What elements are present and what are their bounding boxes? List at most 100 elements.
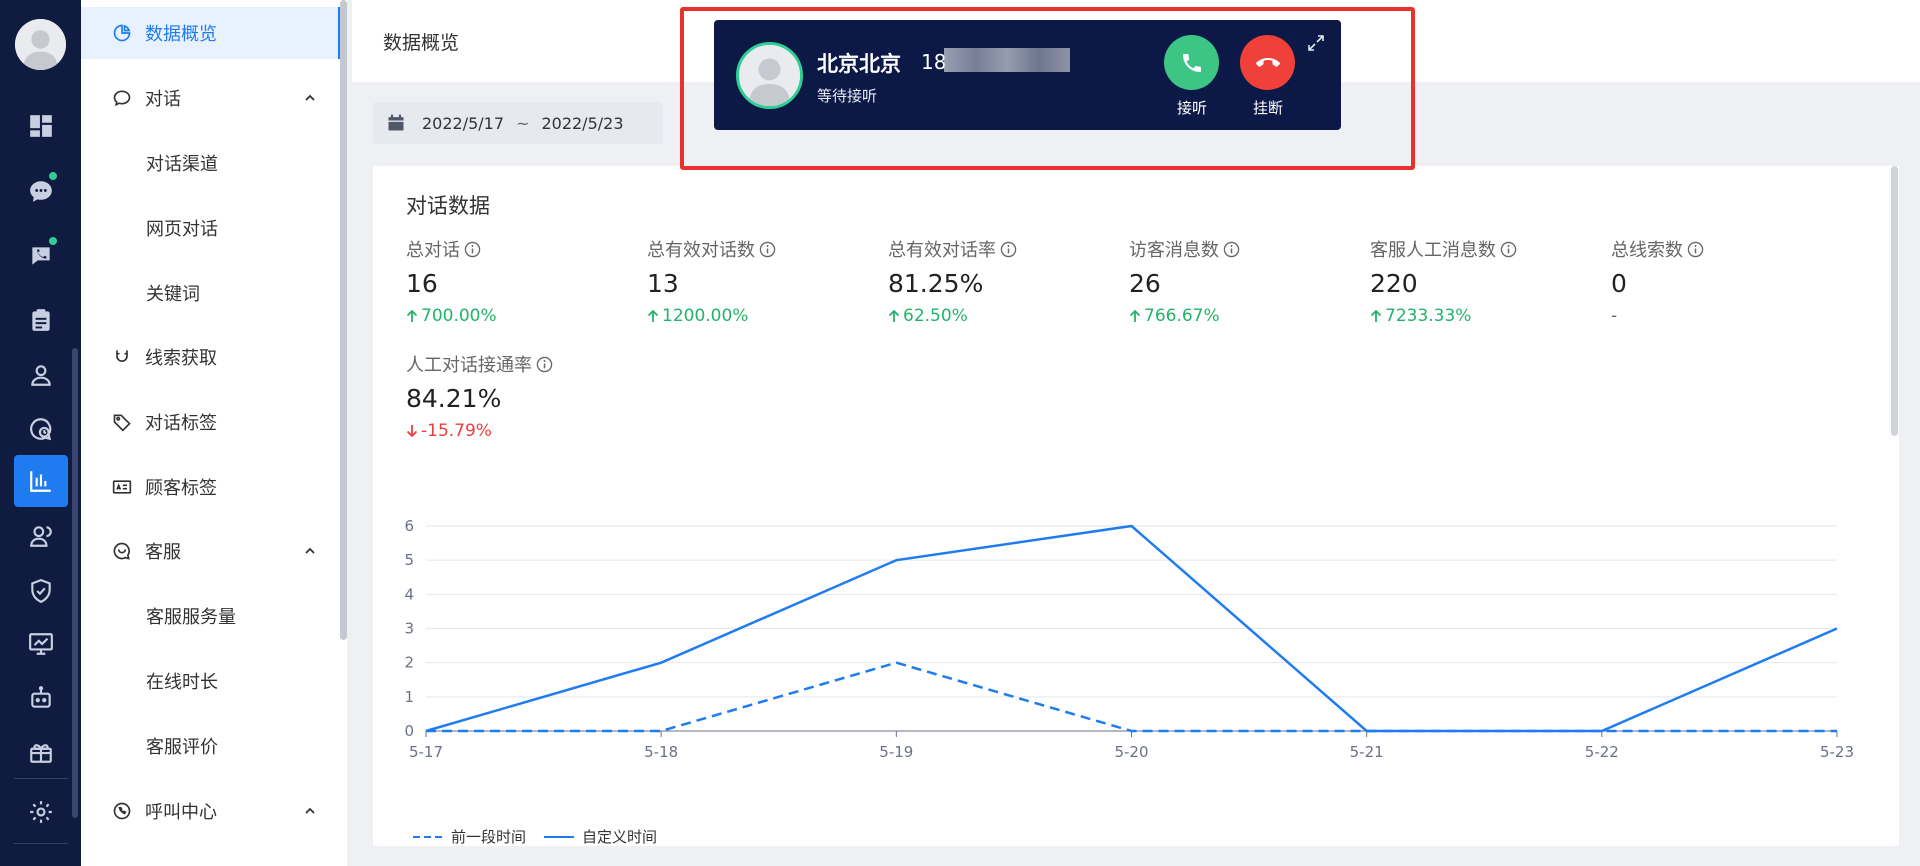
submenu-item-web-dialog[interactable]: 网页对话 bbox=[81, 202, 341, 254]
stat-value: 81.25% bbox=[888, 269, 984, 298]
submenu-label: 对话标签 bbox=[145, 413, 217, 434]
user-avatar[interactable] bbox=[15, 19, 66, 70]
statistics-icon[interactable] bbox=[14, 455, 68, 507]
submenu-item-agent-rating[interactable]: 客服评价 bbox=[81, 720, 341, 772]
robot-icon[interactable] bbox=[14, 672, 68, 724]
hang-up-icon bbox=[1240, 35, 1295, 90]
submenu-item-customer-tags[interactable]: 顾客标签 bbox=[81, 461, 341, 513]
answer-label: 接听 bbox=[1176, 99, 1207, 117]
stat-change: 62.50% bbox=[888, 306, 1118, 326]
info-icon[interactable] bbox=[1687, 241, 1704, 258]
answer-button[interactable]: 接听 bbox=[1164, 35, 1220, 118]
stat-label: 总线索数 bbox=[1611, 236, 1841, 262]
info-icon[interactable] bbox=[1000, 241, 1017, 258]
info-icon[interactable] bbox=[1500, 241, 1517, 258]
submenu-item-online-duration[interactable]: 在线时长 bbox=[81, 655, 341, 707]
chat-bubble-icon bbox=[111, 87, 133, 109]
submenu-label: 客服 bbox=[145, 542, 181, 563]
page-title: 数据概览 bbox=[383, 32, 460, 54]
stat-item: 总线索数 0 - bbox=[1611, 236, 1841, 326]
stat-label: 访客消息数 bbox=[1129, 236, 1359, 262]
chat-icon[interactable] bbox=[14, 165, 68, 217]
stat-label: 总有效对话率 bbox=[888, 236, 1118, 262]
arrow-up-icon bbox=[1129, 309, 1141, 322]
clock-chat-icon[interactable] bbox=[14, 403, 68, 455]
submenu-item-dialog-channel[interactable]: 对话渠道 bbox=[81, 137, 341, 189]
gift-box-icon[interactable] bbox=[14, 726, 68, 778]
call-icon[interactable] bbox=[14, 230, 68, 282]
x-tick-label: 5-20 bbox=[1114, 743, 1148, 761]
arrow-up-icon bbox=[406, 309, 418, 322]
content-scrollbar[interactable] bbox=[1891, 166, 1898, 436]
stat-value: 0 bbox=[1611, 269, 1627, 298]
x-tick-label: 5-21 bbox=[1350, 743, 1384, 761]
date-range-picker[interactable]: 2022/5/17 ~ 2022/5/23 bbox=[373, 102, 663, 144]
hangup-label: 挂断 bbox=[1252, 99, 1283, 117]
stat-value: 16 bbox=[406, 269, 438, 298]
stat-value: 13 bbox=[647, 269, 679, 298]
phone-icon bbox=[1164, 35, 1219, 90]
clipboard-icon[interactable] bbox=[14, 294, 68, 346]
notification-dot bbox=[47, 170, 59, 182]
chart-legend: 前一段时间 自定义时间 bbox=[413, 826, 675, 847]
team-icon[interactable] bbox=[14, 510, 68, 562]
legend-item-previous-period[interactable]: 前一段时间 bbox=[413, 826, 526, 847]
submenu-label: 网页对话 bbox=[146, 219, 218, 240]
y-tick-label: 3 bbox=[404, 620, 414, 638]
dialog-data-card: 对话数据 总对话 16 700.00% 总有效对话数 13 1200.00% 总有效对话率 8… bbox=[373, 166, 1899, 846]
submenu-item-data-overview[interactable]: 数据概览 bbox=[81, 7, 341, 59]
y-tick-label: 1 bbox=[404, 688, 414, 706]
dashboard-icon[interactable] bbox=[14, 100, 68, 152]
headset-chat-icon bbox=[111, 540, 133, 562]
x-tick-label: 5-18 bbox=[644, 743, 678, 761]
submenu-label: 呼叫中心 bbox=[145, 802, 217, 823]
submenu-label: 对话渠道 bbox=[146, 154, 218, 175]
hangup-button[interactable]: 挂断 bbox=[1240, 35, 1296, 118]
submenu-item-dialog-tags[interactable]: 对话标签 bbox=[81, 396, 341, 448]
icon-rail bbox=[0, 0, 81, 866]
submenu-scrollbar[interactable] bbox=[340, 0, 347, 640]
chevron-up-icon[interactable] bbox=[303, 804, 317, 818]
id-card-icon bbox=[111, 476, 133, 498]
submenu-item-dialog[interactable]: 对话 bbox=[81, 72, 341, 124]
stat-item: 人工对话接通率 84.21% -15.79% bbox=[406, 351, 636, 441]
caller-avatar bbox=[736, 42, 803, 109]
legend-label: 自定义时间 bbox=[582, 828, 658, 846]
submenu-item-lead-capture[interactable]: 线索获取 bbox=[81, 331, 341, 383]
rail-scrollbar[interactable] bbox=[72, 348, 78, 818]
submenu-item-agent[interactable]: 客服 bbox=[81, 525, 341, 577]
chevron-up-icon[interactable] bbox=[303, 91, 317, 105]
submenu-item-keywords[interactable]: 关键词 bbox=[81, 267, 341, 319]
info-icon[interactable] bbox=[464, 241, 481, 258]
info-icon[interactable] bbox=[759, 241, 776, 258]
settings-gear-icon[interactable] bbox=[14, 786, 68, 838]
x-tick-label: 5-22 bbox=[1585, 743, 1619, 761]
y-tick-label: 6 bbox=[404, 517, 414, 535]
chevron-up-icon[interactable] bbox=[303, 544, 317, 558]
info-icon[interactable] bbox=[1223, 241, 1240, 258]
stat-label: 客服人工消息数 bbox=[1370, 236, 1600, 262]
submenu-label: 顾客标签 bbox=[145, 478, 217, 499]
submenu-label: 数据概览 bbox=[145, 24, 217, 45]
arrow-up-icon bbox=[888, 309, 900, 322]
shield-icon[interactable] bbox=[14, 565, 68, 617]
x-tick-label: 5-17 bbox=[409, 743, 443, 761]
user-icon[interactable] bbox=[14, 349, 68, 401]
info-icon[interactable] bbox=[536, 356, 553, 373]
submenu-item-call-center[interactable]: 呼叫中心 bbox=[81, 785, 341, 837]
legend-item-custom-period[interactable]: 自定义时间 bbox=[544, 826, 657, 847]
caller-location: 北京北京 bbox=[817, 52, 901, 76]
stat-change: -15.79% bbox=[406, 421, 636, 441]
submenu-item-agent-service-volume[interactable]: 客服服务量 bbox=[81, 590, 341, 642]
stat-label: 人工对话接通率 bbox=[406, 351, 636, 377]
stat-label: 总对话 bbox=[406, 236, 636, 262]
notification-dot bbox=[47, 235, 59, 247]
expand-icon[interactable] bbox=[1307, 34, 1325, 52]
monitor-chart-icon[interactable] bbox=[14, 618, 68, 670]
arrow-up-icon bbox=[647, 309, 659, 322]
submenu-label: 客服评价 bbox=[146, 737, 218, 758]
legend-label: 前一段时间 bbox=[451, 828, 527, 846]
call-status: 等待接听 bbox=[817, 87, 878, 105]
stat-change: 7233.33% bbox=[1370, 306, 1600, 326]
date-start: 2022/5/17 bbox=[422, 113, 505, 133]
